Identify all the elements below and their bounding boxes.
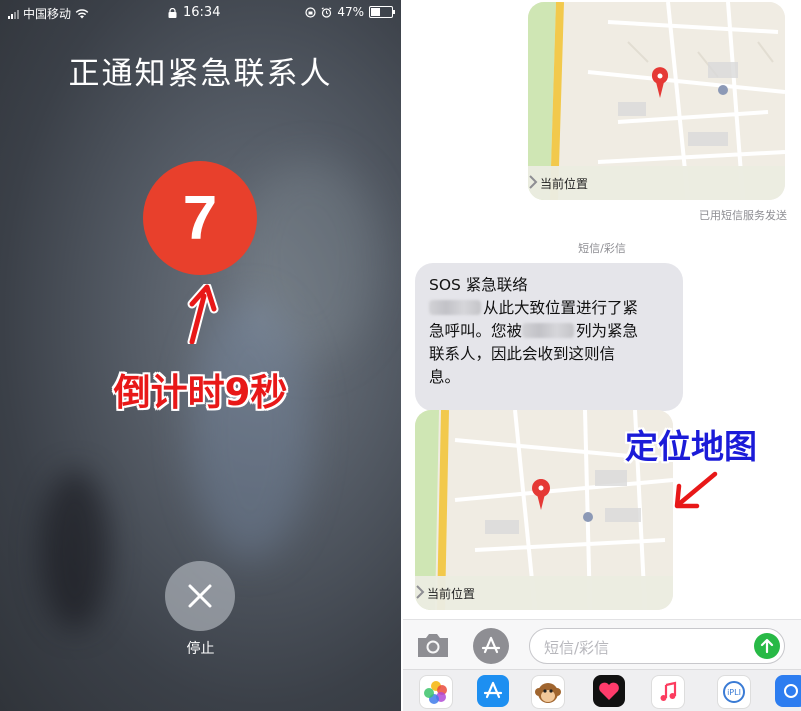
wifi-icon xyxy=(75,8,89,18)
delivery-status: 已用短信服务发送 xyxy=(699,209,787,222)
app-store-button[interactable] xyxy=(473,628,509,664)
photos-icon[interactable] xyxy=(419,675,453,709)
countdown-annotation: 倒计时9秒 xyxy=(113,371,288,414)
carrier-info: 中国移动 xyxy=(8,5,89,22)
countdown-number: 7 xyxy=(182,183,218,253)
annotation-arrow-icon xyxy=(187,284,219,344)
music-icon[interactable] xyxy=(651,675,685,709)
countdown-circle: 7 xyxy=(143,161,257,275)
message-line: 急呼叫。您被 列为紧急 xyxy=(429,322,639,340)
send-button[interactable] xyxy=(754,633,780,659)
close-icon xyxy=(188,584,212,608)
map-footer: 当前位置 xyxy=(528,166,785,200)
message-line: SOS 紧急联络 xyxy=(429,276,528,294)
alarm-icon xyxy=(321,6,332,18)
message-type-label: 短信/彩信 xyxy=(578,242,626,255)
map-label: 当前位置 xyxy=(427,587,476,601)
app-store-icon xyxy=(481,636,501,654)
message-line: 息。 xyxy=(429,368,461,386)
map-label: 当前位置 xyxy=(540,177,589,191)
message-input[interactable]: 短信/彩信 xyxy=(529,628,785,664)
message-input-placeholder: 短信/彩信 xyxy=(544,639,610,657)
clock: 16:34 xyxy=(168,5,220,20)
battery-level xyxy=(371,8,380,16)
message-line: 联系人，因此会收到这则信 xyxy=(429,345,616,363)
svg-text:iPLI: iPLI xyxy=(727,688,741,697)
stop-button[interactable] xyxy=(165,561,235,631)
chevron-right-icon xyxy=(416,585,425,599)
message-bubble[interactable]: SOS 紧急联络 从此大致位置进行了紧 急呼叫。您被 列为紧急 联系人，因此会收到… xyxy=(415,263,683,411)
orientation-lock-icon xyxy=(305,6,316,18)
app-icon-partial[interactable] xyxy=(775,675,801,707)
lock-icon xyxy=(168,7,177,18)
redacted-name xyxy=(522,323,575,338)
status-bar: 中国移动 16:34 47% xyxy=(0,0,401,24)
map-footer: 当前位置 xyxy=(415,576,673,610)
time-text: 16:34 xyxy=(183,5,221,20)
sos-countdown-screen: 中国移动 16:34 47% 正通知紧急联系人 7 倒计时9秒 停止 xyxy=(0,0,401,711)
messages-screen: 当前位置 已用短信服务发送 短信/彩信 SOS 紧急联络 从此大致位置进行了紧 … xyxy=(403,0,801,711)
carrier-name: 中国移动 xyxy=(23,7,72,21)
camera-icon xyxy=(418,634,448,657)
app-store-icon[interactable] xyxy=(477,675,509,707)
redacted-name xyxy=(429,300,481,315)
message-text: SOS 紧急联络 从此大致位置进行了紧 急呼叫。您被 列为紧急 联系人，因此会收到… xyxy=(429,274,677,389)
message-input-bar: 短信/彩信 xyxy=(403,619,801,670)
chevron-right-icon xyxy=(529,175,538,189)
annotation-arrow-icon xyxy=(673,470,719,510)
page-title: 正通知紧急联系人 xyxy=(68,56,333,92)
status-indicators: 47% xyxy=(305,5,395,19)
animoji-icon[interactable] xyxy=(531,675,565,709)
stop-label: 停止 xyxy=(186,641,215,657)
arrow-up-icon xyxy=(760,638,774,654)
location-map-top[interactable]: 当前位置 xyxy=(528,2,785,200)
map-annotation: 定位地图 xyxy=(625,427,757,466)
background-blur xyxy=(40,470,110,630)
battery-icon xyxy=(369,6,395,18)
message-line: 从此大致位置进行了紧 xyxy=(429,297,677,320)
app-icon[interactable]: iPLI xyxy=(717,675,751,709)
battery-percent: 47% xyxy=(337,5,364,19)
digital-touch-icon[interactable] xyxy=(593,675,625,707)
camera-button[interactable] xyxy=(415,630,451,660)
signal-icon xyxy=(8,9,19,19)
app-drawer: iPLI xyxy=(403,669,801,711)
